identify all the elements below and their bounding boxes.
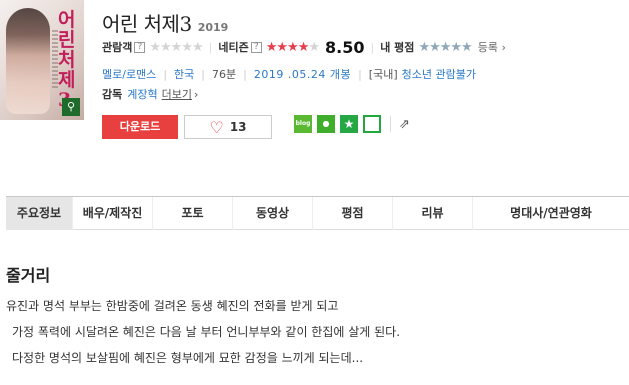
- director-name-link[interactable]: 계장혁: [127, 86, 157, 102]
- register-rating-link[interactable]: 등록 ›: [478, 39, 506, 55]
- kakao-share-icon[interactable]: ●: [317, 115, 335, 133]
- country-link[interactable]: 한국: [174, 66, 194, 82]
- title-row: 어린 처제3 2019: [102, 8, 228, 36]
- blog-share-icon[interactable]: blog: [294, 115, 312, 133]
- runtime: 76분: [212, 68, 237, 81]
- tab-cast[interactable]: 배우/제작진: [73, 197, 153, 230]
- genre-link[interactable]: 멜로/로맨스: [102, 66, 156, 82]
- age-rating-link[interactable]: 청소년 관람불가: [402, 66, 476, 82]
- netizen-score: 8.50: [325, 37, 365, 57]
- tab-rating[interactable]: 평점: [313, 197, 393, 230]
- my-rating-stars[interactable]: ★★★★★: [418, 40, 472, 55]
- synopsis-line: 가정 폭력에 시달려온 혜진은 다음 날 부터 언니부부와 같이 한집에 살게 …: [12, 325, 401, 339]
- download-button[interactable]: 다운로드: [102, 115, 178, 139]
- heart-icon: ♡: [209, 117, 224, 137]
- synopsis-title: 줄거리: [6, 266, 51, 285]
- synopsis-text: 유진과 명석 부부는 한밤중에 걸려온 동생 혜진의 전화를 받게 되고 가정 …: [6, 293, 400, 371]
- audience-stars: ★★★★★: [149, 39, 203, 55]
- like-button[interactable]: ♡ 13: [184, 115, 272, 139]
- tab-video[interactable]: 동영상: [233, 197, 313, 230]
- divider: [390, 116, 391, 132]
- director-row: 감독 계장혁 더보기 ›: [102, 86, 198, 102]
- divider: |: [208, 40, 213, 54]
- my-rating-label: 내 평점: [380, 41, 415, 54]
- divider: |: [201, 67, 205, 81]
- tab-bar: 주요정보 배우/제작진 포토 동영상 평점 리뷰 명대사/연관영화: [6, 196, 629, 230]
- movie-poster[interactable]: 어린처제3 ⚲: [0, 0, 84, 120]
- tab-main-info[interactable]: 주요정보: [6, 197, 73, 230]
- share-bar: blog ● ★ ⇗: [294, 115, 410, 133]
- movie-meta: 멜로/로맨스 | 한국 | 76분 | 2019 .05.24 개봉 | [국내…: [102, 66, 476, 82]
- rating-row: 관람객 ? ★★★★★ | 네티즌 ? ★★★★★ 8.50 | 내 평점 ★★…: [102, 37, 506, 57]
- help-icon[interactable]: ?: [250, 41, 262, 53]
- search-icon[interactable]: ⚲: [62, 98, 80, 116]
- tab-photo[interactable]: 포토: [153, 197, 233, 230]
- movie-title[interactable]: 어린 처제3: [102, 8, 192, 37]
- divider: |: [243, 67, 247, 81]
- rating-prefix: [국내]: [368, 68, 398, 81]
- movie-year: 2019: [197, 21, 229, 34]
- netizen-stars: ★★★★★: [265, 39, 320, 55]
- star-share-icon[interactable]: ★: [340, 115, 358, 133]
- tab-review[interactable]: 리뷰: [393, 197, 473, 230]
- like-count: 13: [229, 120, 247, 134]
- netizen-rating-label: 네티즌: [218, 41, 249, 54]
- divider: |: [163, 67, 168, 81]
- poster-title: 어린처제3: [58, 9, 76, 110]
- synopsis-line: 다정한 명석의 보살핌에 혜진은 형부에게 묘한 감정을 느끼게 되는데...: [12, 351, 364, 365]
- audience-rating-label: 관람객: [102, 41, 133, 54]
- tab-quotes[interactable]: 명대사/연관영화: [473, 197, 629, 230]
- divider: |: [358, 67, 362, 81]
- release-date[interactable]: 2019 .05.24 개봉: [254, 66, 351, 82]
- synopsis-line: 유진과 명석 부부는 한밤중에 걸려온 동생 혜진의 전화를 받게 되고: [6, 299, 339, 313]
- chevron-right-icon: ›: [194, 87, 199, 101]
- share-icon[interactable]: ⇗: [399, 117, 410, 132]
- director-label: 감독: [102, 88, 123, 101]
- divider: |: [370, 40, 375, 54]
- line-share-icon[interactable]: [363, 115, 381, 133]
- poster-figure: [6, 8, 50, 114]
- help-icon[interactable]: ?: [134, 41, 146, 53]
- more-link[interactable]: 더보기: [162, 86, 192, 102]
